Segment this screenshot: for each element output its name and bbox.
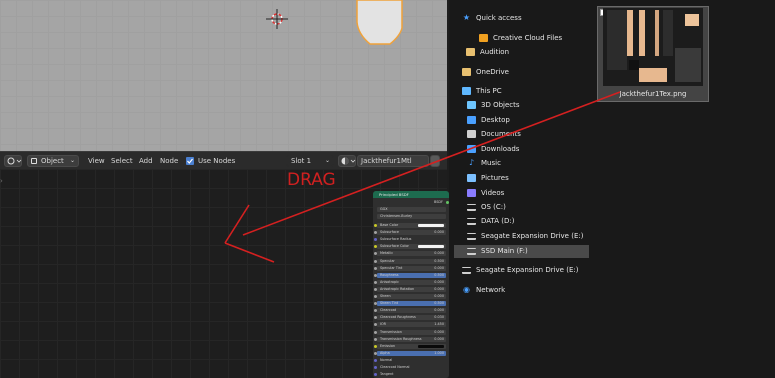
drag-label: DRAG: [287, 170, 336, 190]
drag-annotation: [224, 91, 621, 263]
drag-arrow-line: [242, 91, 621, 236]
drag-arrowhead-lower: [224, 242, 275, 263]
drag-arrowhead-upper: [224, 204, 250, 244]
